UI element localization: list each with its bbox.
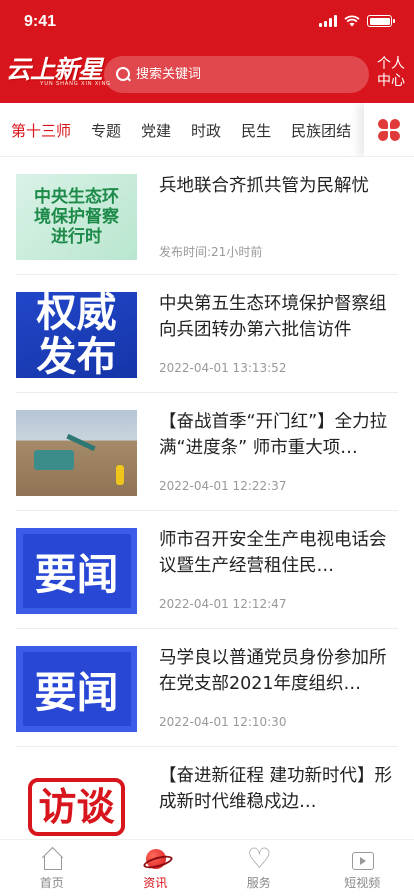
wifi-icon — [344, 15, 360, 27]
list-item[interactable]: 中央生态环 境保护督察 进行时 兵地联合齐抓共管为民解忧 发布时间:21小时前 — [16, 157, 398, 275]
thumb-text: 权威 — [36, 292, 117, 336]
news-thumbnail: 访谈 — [16, 764, 137, 839]
news-title: 师市召开安全生产电视电话会议暨生产经营租住民… — [159, 530, 387, 576]
news-title: 兵地联合齐抓共管为民解忧 — [159, 176, 369, 196]
news-time: 发布时间:21小时前 — [159, 245, 263, 259]
signal-icon — [319, 15, 337, 27]
thumb-text: 要闻 — [22, 652, 131, 726]
nav-services[interactable]: 服务 — [207, 840, 311, 896]
news-thumbnail — [16, 410, 137, 496]
list-item[interactable]: 要闻 师市召开安全生产电视电话会议暨生产经营租住民… 2022-04-01 12… — [16, 511, 398, 629]
planet-icon — [143, 847, 167, 871]
news-title: 【奋战首季“开门红”】全力拉满“进度条” 师市重大项… — [159, 412, 388, 458]
list-item[interactable]: 【奋战首季“开门红”】全力拉满“进度条” 师市重大项… 2022-04-01 1… — [16, 393, 398, 511]
news-thumbnail: 要闻 — [16, 646, 137, 732]
nav-home[interactable]: 首页 — [0, 840, 104, 896]
nav-label: 服务 — [246, 876, 271, 890]
logo-subtext: YUN SHANG XIN XING — [40, 81, 112, 87]
logo-text: 云上新星 — [6, 55, 103, 84]
nav-short-video[interactable]: 短视频 — [311, 840, 414, 896]
thumb-text: 境保护督察 — [34, 207, 119, 227]
bottom-nav: 首页 资讯 服务 短视频 — [0, 839, 414, 896]
app-header: 9:41 云上新星 YUN SHANG XIN XING 个人 中心 — [0, 0, 414, 103]
channel-tabs: 第十三师 专题 党建 时政 民生 民族团结 — [0, 103, 414, 157]
news-time: 2022-04-01 12:10:30 — [159, 715, 287, 729]
thumb-text: 进行时 — [51, 227, 102, 247]
news-time: 2022-04-01 12:12:47 — [159, 597, 287, 611]
news-time: 2022-04-01 13:13:52 — [159, 361, 287, 375]
nav-label: 短视频 — [344, 876, 381, 890]
news-time: 2022-04-01 12:22:37 — [159, 479, 287, 493]
news-feed: 中央生态环 境保护督察 进行时 兵地联合齐抓共管为民解忧 发布时间:21小时前 … — [0, 157, 414, 839]
excavator-arm — [66, 433, 96, 452]
excavator-illustration — [34, 450, 74, 470]
list-item[interactable]: 要闻 马学良以普通党员身份参加所在党支部2021年度组织… 2022-04-01… — [16, 629, 398, 747]
thumb-text: 要闻 — [22, 534, 131, 608]
news-thumbnail: 权威 发布 — [16, 292, 137, 378]
app-logo: 云上新星 YUN SHANG XIN XING — [6, 55, 112, 94]
thumb-text: 访谈 — [28, 778, 125, 836]
news-title: 中央第五生态环境保护督察组向兵团转办第六批信访件 — [159, 294, 387, 340]
battery-icon — [367, 15, 395, 27]
status-time: 9:41 — [24, 13, 57, 30]
tab-minzutuanjie[interactable]: 民族团结 — [291, 120, 351, 141]
news-title: 马学良以普通党员身份参加所在党支部2021年度组织… — [159, 648, 387, 694]
worker-figure — [116, 465, 124, 485]
status-bar: 9:41 — [0, 0, 414, 46]
channel-manage-button[interactable] — [364, 103, 414, 156]
tab-zhuanti[interactable]: 专题 — [91, 120, 121, 141]
tab-list: 第十三师 专题 党建 时政 民生 民族团结 — [0, 103, 351, 156]
tab-shisanshi[interactable]: 第十三师 — [11, 120, 71, 141]
search-bar[interactable] — [104, 56, 369, 93]
news-thumbnail: 中央生态环 境保护督察 进行时 — [16, 174, 137, 260]
news-title: 【奋进新征程 建功新时代】形成新时代维稳戍边… — [159, 766, 393, 812]
tab-shizheng[interactable]: 时政 — [191, 120, 221, 141]
grid-icon — [378, 119, 400, 141]
status-icons — [319, 15, 395, 27]
personal-center-line1: 个人 — [377, 56, 405, 72]
tv-icon — [350, 847, 375, 871]
heart-icon — [247, 842, 272, 875]
tab-dangjian[interactable]: 党建 — [141, 120, 171, 141]
thumb-text: 中央生态环 — [34, 187, 119, 207]
search-input[interactable] — [136, 67, 356, 82]
nav-label: 首页 — [39, 876, 64, 890]
list-item[interactable]: 访谈 【奋进新征程 建功新时代】形成新时代维稳戍边… — [16, 747, 398, 839]
search-icon — [116, 66, 132, 83]
home-icon — [40, 847, 64, 871]
nav-news[interactable]: 资讯 — [104, 840, 208, 896]
personal-center-button[interactable]: 个人 中心 — [374, 56, 408, 90]
list-item[interactable]: 权威 发布 中央第五生态环境保护督察组向兵团转办第六批信访件 2022-04-0… — [16, 275, 398, 393]
tab-minsheng[interactable]: 民生 — [241, 120, 271, 141]
thumb-text: 发布 — [36, 334, 117, 378]
news-thumbnail: 要闻 — [16, 528, 137, 614]
personal-center-line2: 中心 — [377, 73, 405, 89]
nav-label: 资讯 — [143, 876, 168, 890]
